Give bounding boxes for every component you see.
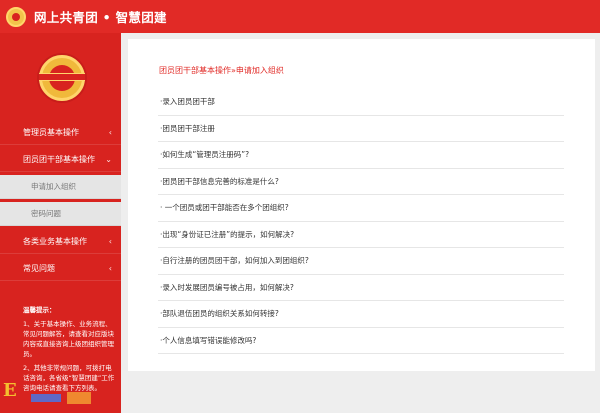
question-link[interactable]: ·如何生成“管理员注册码”?: [158, 142, 564, 169]
question-link[interactable]: ·个人信息填写错误能修改吗?: [158, 328, 564, 354]
sidebar: 管理员基本操作 ‹ 团员团干部基本操作 ⌄ 申请加入组织 密码问题 各类业务基本…: [0, 33, 121, 413]
question-link[interactable]: ·部队退伍团员的组织关系如何转接?: [158, 301, 564, 328]
breadcrumb: 团员团干部基本操作»申请加入组织: [159, 66, 284, 75]
question-link[interactable]: ·出现“身份证已注册”的提示，如何解决?: [158, 222, 564, 248]
question-link[interactable]: ·录入时发展团员编号被占用，如何解决?: [158, 275, 564, 301]
sidebar-item-label: 管理员基本操作: [23, 128, 79, 137]
chevron-down-icon: ⌄: [105, 155, 112, 164]
tips-title: 温馨提示：: [23, 306, 56, 314]
sidebar-item-member-operations[interactable]: 团员团干部基本操作 ⌄: [0, 148, 121, 172]
sidebar-item-label: 团员团干部基本操作: [23, 155, 95, 164]
sidebar-item-business-operations[interactable]: 各类业务基本操作 ‹: [0, 230, 121, 254]
main-content: 团员团干部基本操作»申请加入组织 ·录入团员团干部 ·团员团干部注册 ·如何生成…: [128, 39, 595, 371]
sidebar-emblem-area: [0, 33, 121, 121]
watermark-overlay: E: [3, 374, 121, 413]
question-link[interactable]: ·自行注册的团员团干部，如何加入到团组织?: [158, 248, 564, 275]
chevron-left-icon: ‹: [108, 128, 112, 137]
emblem-band: [39, 73, 85, 81]
sidebar-item-label: 常见问题: [23, 264, 55, 273]
tip-text: 1、关于基本操作、业务流程、常见问题解答，请查看对应版块内容或直接咨询上级团组织…: [23, 320, 114, 358]
watermark-bar: [67, 392, 91, 404]
question-link[interactable]: ·录入团员团干部: [158, 89, 564, 116]
question-link[interactable]: · 一个团员或团干部能否在多个团组织?: [158, 195, 564, 222]
submenu-item-join-organization[interactable]: 申请加入组织: [0, 175, 121, 199]
top-header: 网上共青团 • 智慧团建: [0, 0, 600, 33]
sidebar-item-label: 各类业务基本操作: [23, 237, 87, 246]
submenu-item-label: 密码问题: [31, 209, 61, 218]
question-list: ·录入团员团干部 ·团员团干部注册 ·如何生成“管理员注册码”? ·团员团干部信…: [158, 89, 564, 354]
youth-league-emblem-icon: [39, 55, 85, 101]
chevron-left-icon: ‹: [108, 237, 112, 246]
watermark-logo: E: [3, 380, 17, 401]
submenu-item-label: 申请加入组织: [31, 182, 76, 191]
sidebar-item-faq[interactable]: 常见问题 ‹: [0, 257, 121, 281]
submenu-item-password[interactable]: 密码问题: [0, 202, 121, 226]
watermark-bar: [31, 394, 61, 402]
chevron-left-icon: ‹: [108, 264, 112, 273]
question-link[interactable]: ·团员团干部注册: [158, 116, 564, 142]
question-link[interactable]: ·团员团干部信息完善的标准是什么?: [158, 169, 564, 195]
sidebar-item-admin-operations[interactable]: 管理员基本操作 ‹: [0, 121, 121, 145]
youth-league-emblem-icon: [6, 6, 26, 27]
site-title[interactable]: 网上共青团 • 智慧团建: [34, 7, 167, 26]
